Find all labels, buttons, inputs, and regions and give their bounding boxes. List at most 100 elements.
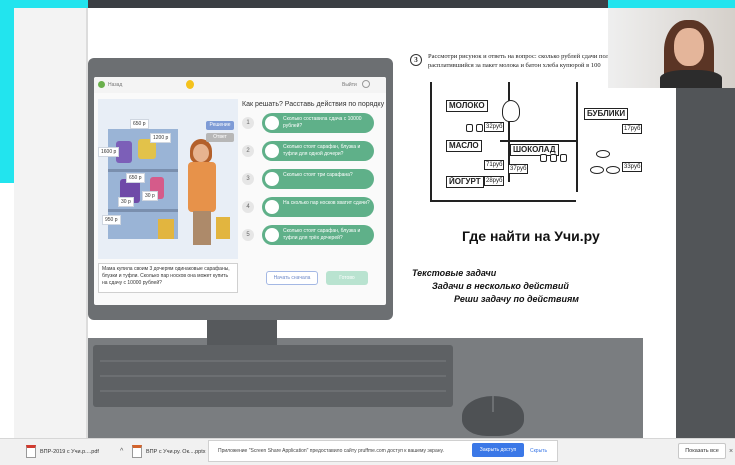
drag-handle[interactable] xyxy=(265,172,279,186)
hide-link[interactable]: Скрыть xyxy=(530,444,547,458)
step-text: Сколько стоят три сарафана? xyxy=(283,172,353,178)
bread-icon xyxy=(606,166,620,174)
store-floor xyxy=(430,200,576,202)
step-item[interactable]: 4 На сколько пар носков хватит сдачи? xyxy=(242,197,382,217)
pptx-file-icon xyxy=(132,445,142,458)
step-number: 1 xyxy=(242,117,254,129)
mouse-divider xyxy=(492,396,494,412)
price-label: 950 р xyxy=(102,215,121,225)
keyboard-row xyxy=(100,375,446,377)
problem-number: 3 xyxy=(410,54,422,66)
price-label: 650 р xyxy=(126,173,145,183)
download-item-pptx[interactable]: ВПР с Учи.ру. Ок....pptx xyxy=(146,444,206,460)
solution-tab[interactable]: Решение xyxy=(206,121,234,130)
step-number: 2 xyxy=(242,145,254,157)
step-text: На сколько пар носков хватит сдачи? xyxy=(283,200,370,206)
task-text: Мама купила своим 3 дочерям одинаковые с… xyxy=(98,263,238,293)
step-text: Сколько составила сдача с 10000 рублей? xyxy=(283,116,362,129)
sign-milk: МОЛОКО xyxy=(446,100,488,112)
bread-icon xyxy=(596,150,610,158)
keyboard-row xyxy=(100,360,446,362)
price-label: 30 р xyxy=(118,197,134,207)
step-pill[interactable]: Сколько стоят три сарафана? xyxy=(262,169,374,189)
drag-handle[interactable] xyxy=(265,228,279,242)
price-tag: 28руб xyxy=(484,176,505,186)
question-title: Как решать? Расставь действия по порядку xyxy=(242,101,385,108)
store-pillar xyxy=(576,82,578,192)
step-number: 5 xyxy=(242,229,254,241)
chevron-up-icon[interactable]: ^ xyxy=(120,444,123,460)
drag-handle[interactable] xyxy=(265,200,279,214)
step-pill[interactable]: Сколько составила сдача с 10000 рублей? xyxy=(262,113,374,133)
price-label: 1200 р xyxy=(150,133,172,143)
step-pill[interactable]: Сколько стоят сарафан, блузка и туфли дл… xyxy=(262,225,374,245)
shelf-board xyxy=(108,209,178,212)
step-number: 3 xyxy=(242,173,254,185)
sign-bagels: БУБЛИКИ xyxy=(584,108,629,120)
shelf-board xyxy=(108,169,178,172)
answer-tab[interactable]: Ответ xyxy=(206,133,234,142)
price-label: 1600 р xyxy=(98,147,120,157)
restart-button[interactable]: Начать сначала xyxy=(266,271,318,285)
webcam-video xyxy=(608,8,735,88)
download-item-pdf[interactable]: ВПР-2019 с Учи.р....pdf xyxy=(40,444,118,460)
problem-text: Рассмотри рисунок и ответь на вопрос: ск… xyxy=(428,53,622,69)
price-tag: 71руб xyxy=(484,160,505,170)
bread-icon xyxy=(590,166,604,174)
exit-icon[interactable] xyxy=(362,80,370,88)
woman-head xyxy=(193,144,209,162)
candy-icon xyxy=(550,154,557,162)
price-tag: 32руб xyxy=(484,122,505,132)
price-tag: 37руб xyxy=(508,164,529,174)
step-text: Сколько стоят сарафан, блузка и туфли дл… xyxy=(283,228,361,241)
step-item[interactable]: 1 Сколько составила сдача с 10000 рублей… xyxy=(242,113,382,133)
price-label: 650 р xyxy=(130,119,149,129)
step-number: 4 xyxy=(242,201,254,213)
step-item[interactable]: 3 Сколько стоят три сарафана? xyxy=(242,169,382,189)
store-counter xyxy=(500,140,576,142)
candy-icon xyxy=(560,154,567,162)
ready-button[interactable]: Готово xyxy=(326,271,368,285)
slide-edge xyxy=(643,88,676,438)
step-text: Сколько стоят сарафан, блузка и туфли дл… xyxy=(283,144,361,157)
woman-body xyxy=(188,162,216,212)
price-tag: 33руб xyxy=(622,162,643,172)
presenter-face xyxy=(674,28,704,66)
step-pill[interactable]: На сколько пар носков хватит сдачи? xyxy=(262,197,374,217)
drag-handle[interactable] xyxy=(265,144,279,158)
slide-heading: Где найти на Учи.ру xyxy=(462,228,600,244)
keyboard-row xyxy=(100,390,446,392)
stop-sharing-button[interactable]: Закрыть доступ xyxy=(472,443,524,457)
sign-yogurt: ЙОГУРТ xyxy=(446,176,484,188)
slide-top-bar xyxy=(88,0,608,8)
bullet-multi-step: Задачи в несколько действий xyxy=(432,281,569,291)
bullet-by-steps: Реши задачу по действиям xyxy=(454,294,579,304)
drag-handle[interactable] xyxy=(265,116,279,130)
step-pill[interactable]: Сколько стоят сарафан, блузка и туфли дл… xyxy=(262,141,374,161)
cyan-frame-left xyxy=(0,0,14,183)
step-item[interactable]: 5 Сколько стоят сарафан, блузка и туфли … xyxy=(242,225,382,245)
cashier-icon xyxy=(502,100,520,122)
back-label[interactable]: Назад xyxy=(108,82,122,88)
bullet-text-tasks: Текстовые задачи xyxy=(412,268,497,278)
milk-carton-icon xyxy=(476,124,483,132)
pdf-file-icon xyxy=(26,445,36,458)
shopping-bag-icon xyxy=(158,219,174,239)
back-icon[interactable] xyxy=(98,81,105,88)
candy-icon xyxy=(540,154,547,162)
price-tag: 17руб xyxy=(622,124,643,134)
shopping-bag-icon xyxy=(216,217,230,239)
exit-label[interactable]: Выйти xyxy=(342,82,357,88)
left-gutter xyxy=(14,8,88,438)
show-all-button[interactable]: Показать все xyxy=(678,443,726,459)
screen-capture: Назад Выйти 650 р 1200 р 1600 р 650 р 30… xyxy=(0,0,735,465)
step-item[interactable]: 2 Сколько стоят сарафан, блузка и туфли … xyxy=(242,141,382,161)
uchi-task-screen: Назад Выйти 650 р 1200 р 1600 р 650 р 30… xyxy=(94,77,386,305)
sign-butter: МАСЛО xyxy=(446,140,482,152)
side-panel xyxy=(676,88,735,438)
close-icon[interactable]: × xyxy=(729,444,733,460)
presenter-shirt xyxy=(660,70,722,88)
screen-share-text: Приложение "Screen Share Application" пр… xyxy=(218,448,444,454)
milk-carton-icon xyxy=(466,124,473,132)
woman-legs xyxy=(193,211,211,245)
